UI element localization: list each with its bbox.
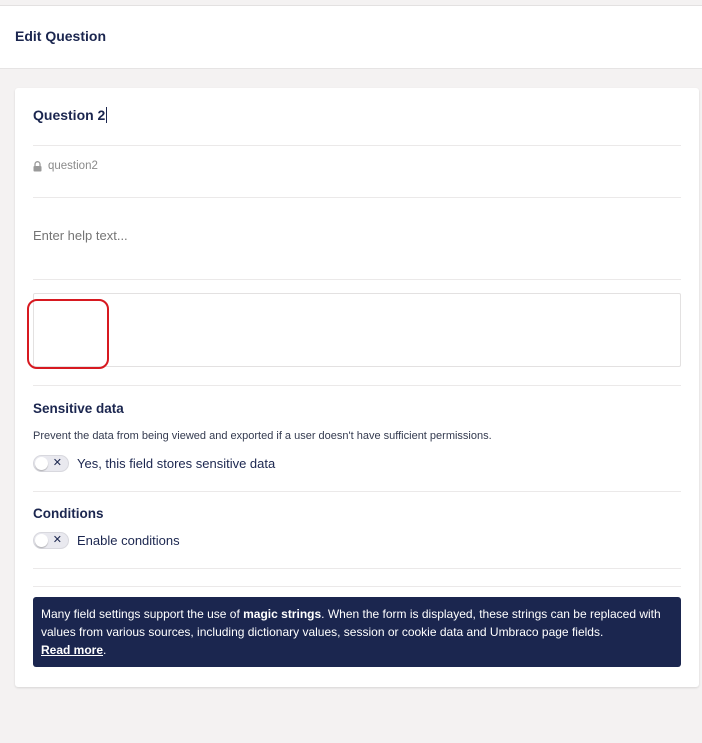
divider (33, 197, 681, 198)
highlight-annotation (27, 299, 109, 369)
question-caption-text: Question 2 (33, 107, 106, 123)
close-icon: ✕ (52, 534, 62, 546)
lock-icon[interactable] (33, 160, 42, 172)
alias-text: question2 (48, 160, 98, 172)
editor-header: Edit Question (0, 6, 702, 69)
conditions-toggle-row[interactable]: ✕ Enable conditions (33, 532, 180, 549)
divider (33, 385, 681, 386)
field-preview-box[interactable] (33, 293, 681, 367)
info-text-before: Many field settings support the use of (41, 607, 244, 621)
page-title: Edit Question (15, 28, 106, 44)
question-caption-input[interactable]: Question 2 (33, 107, 108, 123)
toggle-knob (35, 457, 48, 470)
info-link-suffix: . (103, 643, 107, 657)
sensitive-data-heading: Sensitive data (33, 401, 124, 416)
sensitive-data-toggle-label: Yes, this field stores sensitive data (77, 456, 276, 471)
question-editor-panel: Question 2 question2 Sensitive data Prev… (15, 88, 699, 687)
info-highlight: magic strings (243, 607, 322, 621)
conditions-toggle-label: Enable conditions (77, 533, 180, 548)
divider (33, 145, 681, 146)
text-cursor (106, 107, 108, 123)
alias-field[interactable]: question2 (33, 160, 98, 172)
conditions-heading: Conditions (33, 506, 104, 521)
sensitive-data-description: Prevent the data from being viewed and e… (33, 430, 492, 442)
divider (33, 568, 681, 569)
divider (33, 586, 681, 587)
sensitive-data-toggle[interactable]: ✕ (33, 455, 69, 472)
divider (33, 491, 681, 492)
divider (33, 279, 681, 280)
sensitive-data-toggle-row[interactable]: ✕ Yes, this field stores sensitive data (33, 455, 275, 472)
close-icon: ✕ (52, 457, 62, 469)
help-text-input[interactable] (33, 228, 673, 243)
magic-strings-info-box: Many field settings support the use of m… (33, 597, 681, 667)
toggle-knob (35, 534, 48, 547)
conditions-toggle[interactable]: ✕ (33, 532, 69, 549)
read-more-link[interactable]: Read more (41, 643, 103, 657)
